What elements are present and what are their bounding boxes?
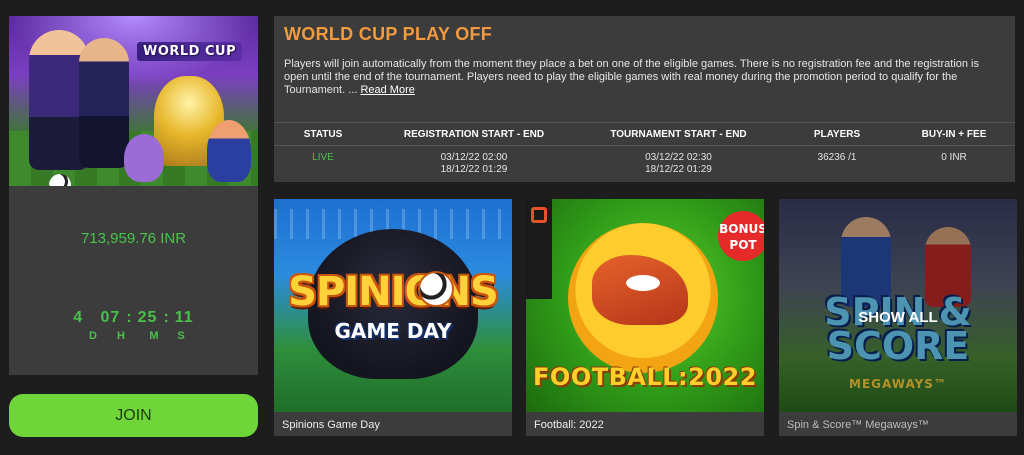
tournament-info-panel: WORLD CUP PLAY OFF Players will join aut… <box>274 16 1015 182</box>
mascot-graphic <box>207 120 251 182</box>
eyes-graphic <box>626 275 660 291</box>
buyin-fee: 0 INR <box>941 152 967 163</box>
registration-dates: 03/12/22 02:00 18/12/22 01:29 <box>372 146 576 177</box>
countdown-separator: : <box>163 309 169 326</box>
status-badge: LIVE <box>312 152 334 163</box>
game-thumbnail[interactable]: BONUS POT FOOTBALL:2022 <box>526 199 764 412</box>
prize-panel: 713,959.76 INR 4 : 07 : 25 : 11 D H M S <box>9 186 258 375</box>
game-name: Football: 2022 <box>534 419 604 431</box>
banner-label: WORLD CUP <box>137 42 243 61</box>
bonus-badge: BONUS POT <box>718 211 764 261</box>
countdown-days: 4 <box>73 309 84 326</box>
table-row: LIVE 03/12/22 02:00 18/12/22 01:29 03/12… <box>274 146 1015 177</box>
countdown-separator: : <box>126 309 132 326</box>
prize-pool-amount: 713,959.76 INR <box>80 230 187 247</box>
show-all-button[interactable]: SHOW ALL <box>779 309 1017 326</box>
game-art-title: SPINIONS <box>288 269 499 315</box>
game-card-football-2022[interactable]: BONUS POT FOOTBALL:2022 Football: 2022 <box>526 199 764 436</box>
countdown-label-seconds: S <box>177 330 186 342</box>
tournament-description: Players will join automatically from the… <box>284 58 1004 97</box>
column-header-status: STATUS <box>274 122 372 146</box>
players-count: 36236 /1 <box>817 152 857 163</box>
game-thumbnail[interactable]: SPINIONS GAME DAY <box>274 199 512 412</box>
column-header-players: PLAYERS <box>781 122 893 146</box>
tournament-start: 03/12/22 02:30 <box>645 152 712 163</box>
countdown-minutes: 25 <box>137 309 158 326</box>
game-thumbnail[interactable]: SPIN & SCORE MEGAWAYS™ SHOW ALL <box>779 199 1017 412</box>
mascot-graphic <box>124 134 164 182</box>
game-card-spin-and-score[interactable]: SPIN & SCORE MEGAWAYS™ SHOW ALL Spin & S… <box>779 199 1017 436</box>
game-card-spinions[interactable]: SPINIONS GAME DAY Spinions Game Day <box>274 199 512 436</box>
game-art-subtitle: GAME DAY <box>334 319 452 343</box>
tournament-title: WORLD CUP PLAY OFF <box>284 24 493 44</box>
player-figure <box>79 38 129 168</box>
column-header-registration: REGISTRATION START - END <box>372 122 576 146</box>
countdown-label-days: D <box>89 330 98 342</box>
game-name: Spinions Game Day <box>282 419 380 431</box>
tournament-banner-image: WORLD CUP <box>9 16 258 186</box>
game-name: Spin & Score™ Megaways™ <box>787 419 929 431</box>
countdown-seconds: 11 <box>174 309 194 326</box>
game-art-title: FOOTBALL:2022 <box>533 363 757 391</box>
join-button[interactable]: JOIN <box>9 394 258 437</box>
tournament-end: 18/12/22 01:29 <box>645 164 712 175</box>
dim-overlay <box>779 199 1017 412</box>
registration-start: 03/12/22 02:00 <box>440 152 508 163</box>
soccer-ball-icon <box>418 271 454 307</box>
column-header-buyin: BUY-IN + FEE <box>893 122 1015 146</box>
countdown-label-minutes: M <box>149 330 160 342</box>
tournament-sidebar: WORLD CUP 713,959.76 INR 4 : 07 : 25 : 1… <box>9 16 258 375</box>
tournament-dates: 03/12/22 02:30 18/12/22 01:29 <box>576 146 781 177</box>
registration-end: 18/12/22 01:29 <box>440 164 508 175</box>
column-header-tournament: TOURNAMENT START - END <box>576 122 781 146</box>
countdown-timer: 4 : 07 : 25 : 11 D H M S <box>9 309 258 342</box>
tournament-table: STATUS REGISTRATION START - END TOURNAME… <box>274 122 1015 176</box>
countdown-label-hours: H <box>117 330 126 342</box>
provider-logo-icon <box>531 207 547 223</box>
countdown-hours: 07 <box>100 309 121 326</box>
read-more-link[interactable]: Read More <box>360 84 414 96</box>
